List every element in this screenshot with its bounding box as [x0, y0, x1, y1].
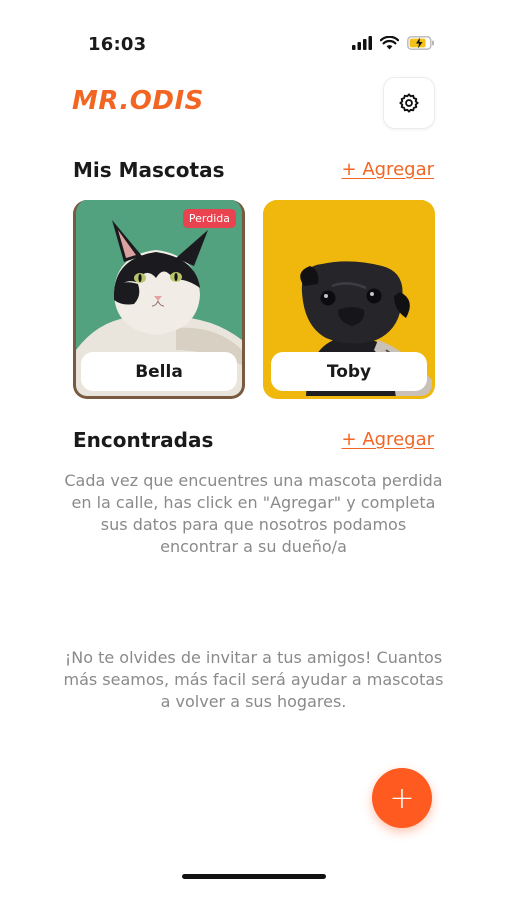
- status-time: 16:03: [88, 34, 147, 55]
- lost-status-badge: Perdida: [182, 209, 236, 228]
- pet-card-toby[interactable]: Toby: [263, 200, 435, 399]
- my-pets-title: Mis Mascotas: [73, 158, 225, 182]
- add-found-pet-link[interactable]: + Agregar: [342, 429, 434, 450]
- home-indicator: [182, 874, 326, 879]
- wifi-icon: [380, 36, 399, 50]
- battery-icon: [407, 36, 434, 50]
- add-pet-link[interactable]: + Agregar: [342, 159, 434, 180]
- add-fab-button[interactable]: +: [372, 768, 432, 828]
- found-empty-message: Cada vez que encuentres una mascota perd…: [64, 471, 443, 556]
- pet-name-label: Toby: [271, 352, 427, 391]
- settings-button[interactable]: [383, 77, 435, 129]
- plus-icon: +: [389, 780, 415, 816]
- pet-name-label: Bella: [81, 352, 237, 391]
- status-bar: 16:03: [0, 0, 507, 80]
- pet-card-bella[interactable]: Perdida Bella: [73, 200, 245, 399]
- invite-message: ¡No te olvides de invitar a tus amigos! …: [63, 648, 444, 711]
- signal-icon: [352, 36, 372, 50]
- status-icons: [352, 36, 435, 50]
- found-pets-title: Encontradas: [73, 428, 214, 452]
- gear-icon: [399, 93, 419, 113]
- app-logo: MR.ODIS: [72, 86, 204, 116]
